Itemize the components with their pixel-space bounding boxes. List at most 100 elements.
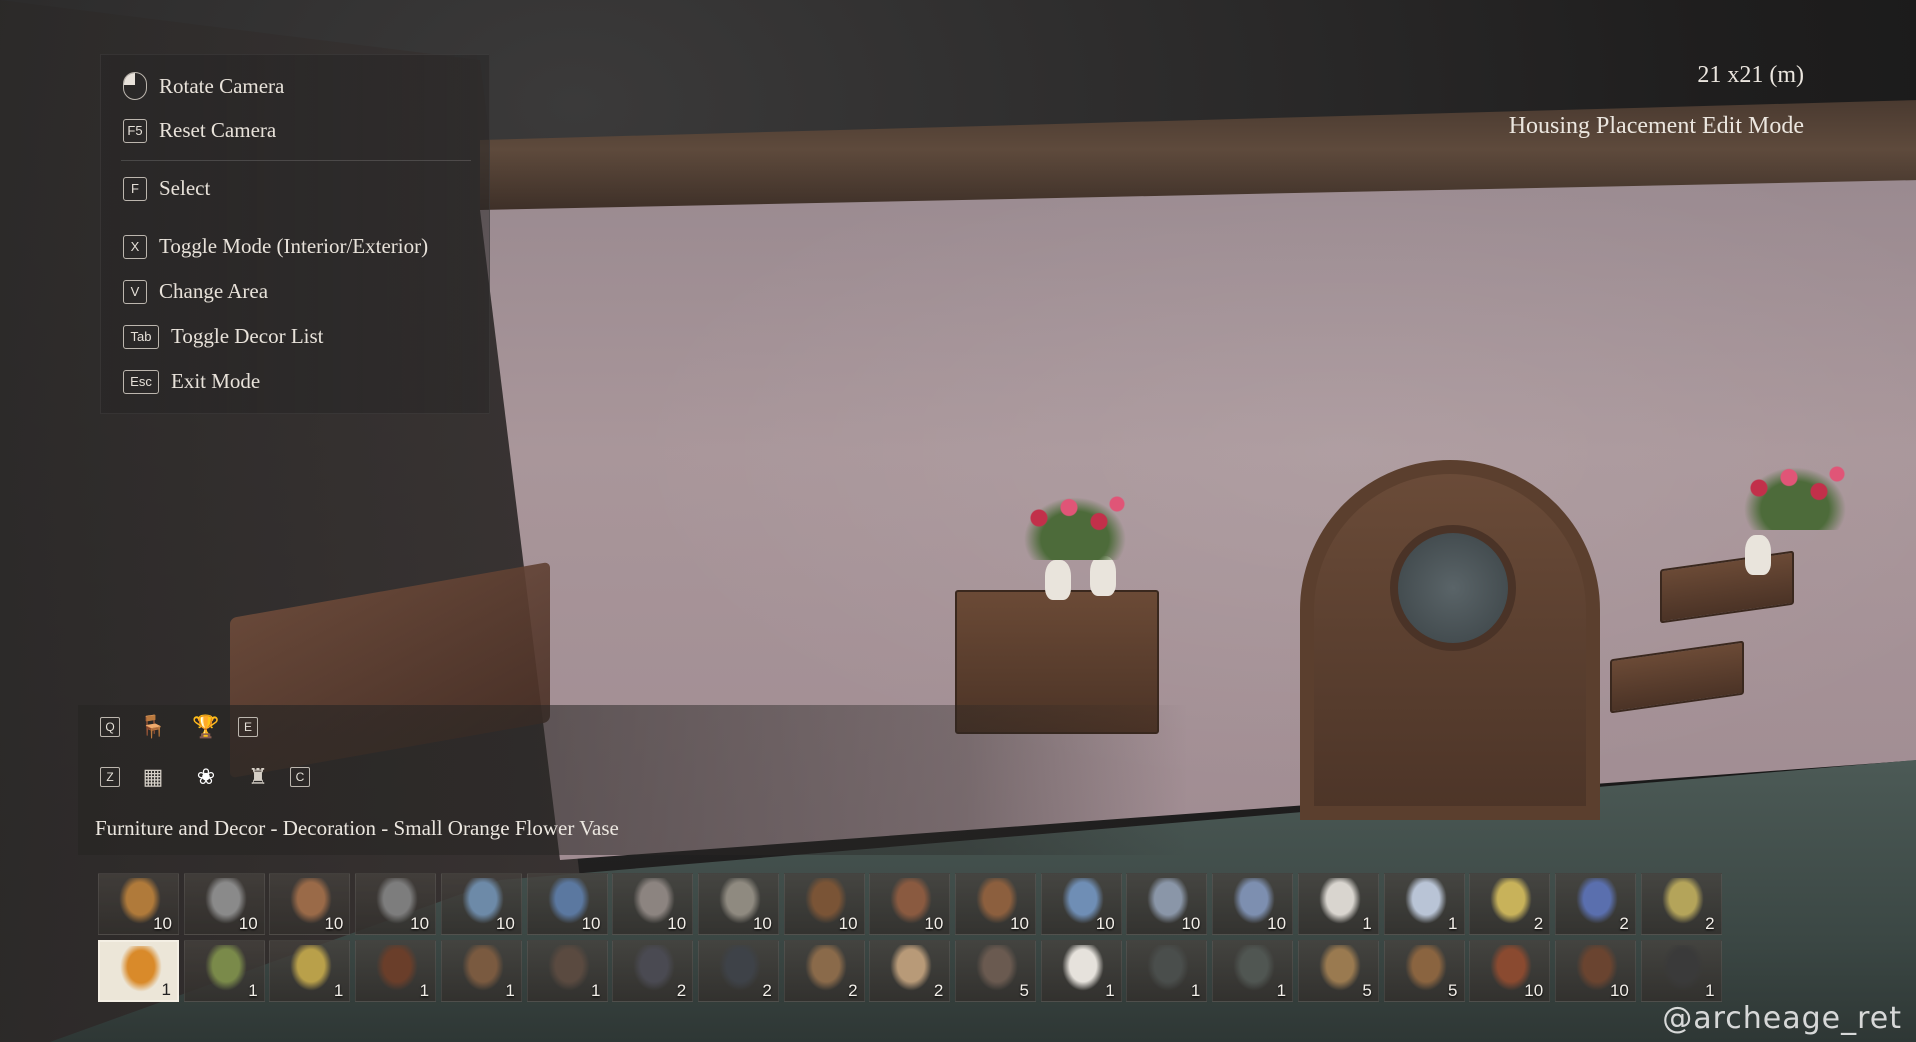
item-count: 1 (1705, 981, 1715, 1000)
decor-slot-blue-plates[interactable]: 10 (1040, 873, 1122, 935)
hint-label: Select (159, 176, 211, 200)
white-plate-icon (1318, 878, 1361, 924)
hint-rotate-camera: Rotate Camera (123, 72, 284, 100)
decor-slot-brown-mug[interactable]: 5 (955, 940, 1036, 1002)
wall-rack-icon (376, 945, 419, 991)
vase-right (1090, 556, 1116, 596)
item-count: 10 (324, 914, 344, 933)
item-count: 10 (838, 914, 858, 933)
item-count: 1 (1448, 914, 1458, 933)
decor-slot-round-shield[interactable]: 1 (1126, 940, 1208, 1002)
item-count: 10 (1609, 981, 1629, 1000)
small-candle-icon (1661, 878, 1704, 924)
item-count: 1 (419, 981, 430, 1000)
decor-slot-white-plate[interactable]: 1 (1297, 873, 1379, 935)
candle-icon (1490, 878, 1533, 924)
decor-slot-red-curtain[interactable]: 10 (1469, 940, 1551, 1002)
decor-slot-blue-flowers[interactable]: 2 (1554, 873, 1636, 935)
red-flowers (1015, 490, 1135, 560)
decor-slot-lantern[interactable]: 1 (1640, 940, 1722, 1002)
decor-slot-tankard[interactable]: 10 (697, 873, 779, 935)
decor-slot-pitcher[interactable]: 10 (183, 873, 265, 935)
decor-slot-goblet[interactable]: 10 (612, 873, 694, 935)
item-count: 1 (248, 981, 258, 1000)
item-count: 2 (1705, 914, 1715, 933)
item-count: 5 (1448, 981, 1458, 1000)
key-tab: Tab (123, 324, 159, 349)
decor-slot-vase[interactable]: 10 (98, 873, 179, 935)
key-z[interactable]: Z (100, 767, 120, 787)
item-count: 2 (848, 981, 858, 1000)
decor-slot-wall-rack[interactable]: 1 (355, 940, 437, 1002)
decor-slot-patterned-plate[interactable]: 10 (1126, 873, 1208, 935)
decor-slot-blue-dish[interactable]: 1 (1383, 873, 1465, 935)
key-c[interactable]: C (290, 767, 310, 787)
hint-label: Toggle Decor List (171, 324, 324, 348)
item-count: 10 (153, 914, 172, 933)
lantern-icon (1661, 945, 1704, 991)
decor-slot-small-candle[interactable]: 2 (1640, 873, 1722, 935)
item-count: 10 (1095, 914, 1115, 933)
decor-slot-bottles[interactable]: 2 (612, 940, 694, 1002)
plant-icon[interactable]: ❀ (191, 762, 221, 792)
hint-label: Rotate Camera (159, 73, 285, 98)
hint-exit-mode: Esc Exit Mode (123, 369, 260, 394)
decor-slot-dark-bottles[interactable]: 2 (697, 940, 779, 1002)
hint-label: Change Area (159, 279, 269, 303)
hint-change-area: V Change Area (123, 279, 268, 304)
divider (121, 160, 471, 161)
decor-slot-plate-stack[interactable]: 10 (1212, 873, 1294, 935)
decor-slot-blue-jar[interactable]: 10 (526, 873, 608, 935)
decor-slot-hanging-tools[interactable]: 1 (526, 940, 608, 1002)
key-x: X (123, 234, 147, 259)
item-count: 10 (1524, 981, 1544, 1000)
lamp-icon[interactable]: ♜ (243, 762, 273, 792)
item-count: 5 (1019, 981, 1029, 1000)
decor-slot-blue-pot[interactable]: 10 (440, 873, 522, 935)
decor-slot-animal-hide[interactable]: 2 (869, 940, 951, 1002)
vase-corner (1745, 535, 1771, 575)
white-vase-icon (1061, 945, 1104, 991)
key-esc: Esc (123, 369, 159, 394)
orange-flower-vase-icon (120, 946, 162, 992)
key-hints-panel: Rotate Camera F5 Reset Camera F Select X… (100, 54, 490, 414)
decor-slot-brown-curtain[interactable]: 10 (1554, 940, 1636, 1002)
hint-label: Toggle Mode (Interior/Exterior) (159, 234, 429, 258)
item-count: 1 (591, 981, 601, 1000)
item-count: 10 (667, 914, 687, 933)
decor-slot-utensil-rack[interactable]: 1 (440, 940, 522, 1002)
item-count: 10 (1010, 914, 1029, 933)
decor-slot-orange-flower-vase[interactable]: 1 (98, 940, 179, 1002)
trophy-icon[interactable]: 🏆 (191, 712, 221, 742)
item-count: 1 (1190, 981, 1201, 1000)
decor-slot-white-vase[interactable]: 1 (1040, 940, 1122, 1002)
decor-slot-flower-vase[interactable]: 1 (183, 940, 265, 1002)
decor-slot-curtain-rod[interactable]: 5 (1383, 940, 1465, 1002)
decor-slot-plate-spoon[interactable]: 10 (869, 873, 951, 935)
item-count: 2 (1533, 914, 1544, 933)
animal-hide-icon (890, 945, 933, 991)
item-count: 10 (495, 914, 515, 933)
key-q[interactable]: Q (100, 717, 120, 737)
decor-slot-deer-trophy[interactable]: 2 (783, 940, 865, 1002)
curtain-icon (1318, 945, 1361, 991)
deer-trophy-icon (804, 945, 847, 991)
key-e[interactable]: E (238, 717, 258, 737)
item-count: 10 (238, 914, 258, 933)
round-shield-icon (1147, 945, 1190, 991)
decor-slot-metal-bowls[interactable]: 10 (355, 873, 437, 935)
furniture-icon[interactable]: 🪑 (138, 712, 168, 742)
cabinet-icon[interactable]: ▦ (138, 762, 168, 792)
decor-slot-wooden-mug[interactable]: 10 (783, 873, 865, 935)
decor-slot-basket[interactable]: 10 (955, 873, 1036, 935)
decor-slot-yellow-flower-vase[interactable]: 1 (269, 940, 351, 1002)
item-count: 10 (924, 914, 944, 933)
blue-dish-icon (1404, 878, 1447, 924)
hint-toggle-decor-list: Tab Toggle Decor List (123, 324, 324, 349)
decor-slot-candle[interactable]: 2 (1469, 873, 1551, 935)
decor-slot-decor-plate[interactable]: 1 (1212, 940, 1294, 1002)
decor-slot-curtain[interactable]: 5 (1297, 940, 1379, 1002)
decor-slot-bowl-stack[interactable]: 10 (269, 873, 351, 935)
hint-select: F Select (123, 176, 210, 201)
mouse-icon (123, 72, 147, 100)
